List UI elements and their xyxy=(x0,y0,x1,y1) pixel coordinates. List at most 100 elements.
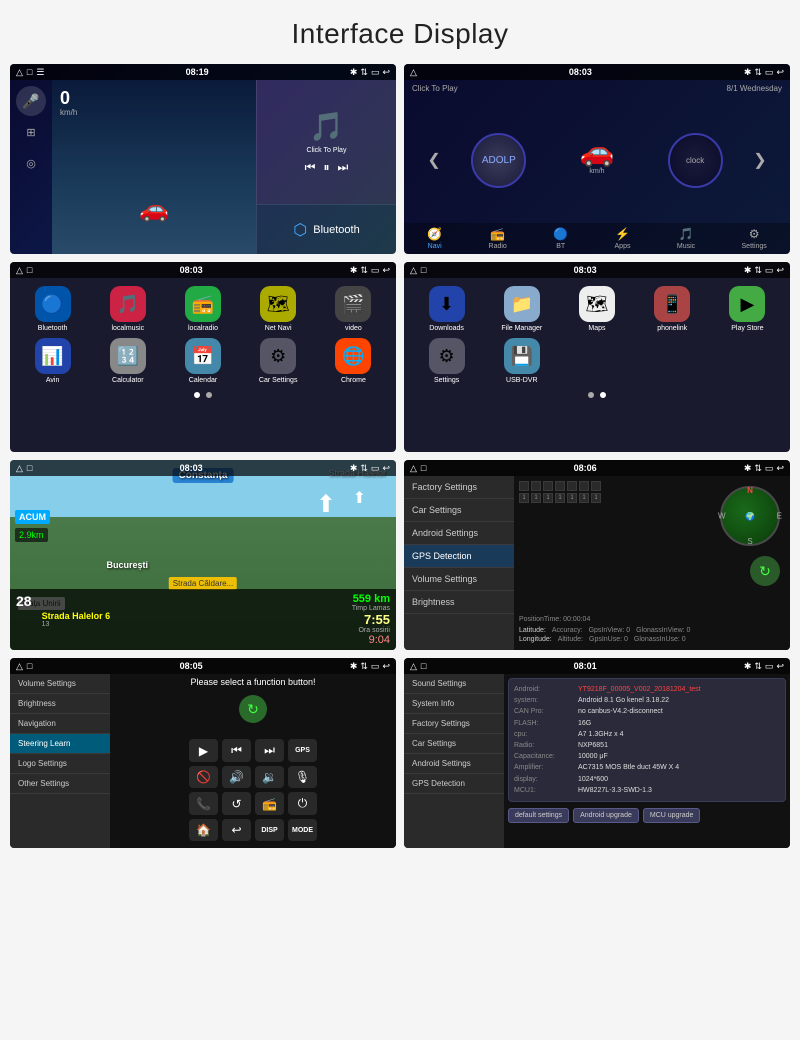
nav-icon[interactable]: ◎ xyxy=(26,157,36,170)
mic-button[interactable]: 🎤 xyxy=(16,86,46,116)
ctrl-next[interactable]: ⏭ xyxy=(255,739,284,762)
android-upgrade-btn[interactable]: Android upgrade xyxy=(573,808,639,823)
ctrl-vol-down[interactable]: 🔉 xyxy=(255,766,284,788)
dot-2[interactable] xyxy=(206,392,212,398)
menu-volume-settings[interactable]: Volume Settings xyxy=(404,568,514,591)
app-avin[interactable]: 📊 Avin xyxy=(18,338,87,384)
app-calculator[interactable]: 🔢 Calculator xyxy=(93,338,162,384)
app-grid-1[interactable]: 🔵 Bluetooth 🎵 localmusic 📻 localradio 🗺 … xyxy=(18,286,388,384)
ctrl-return[interactable]: ↩ xyxy=(222,819,251,841)
system-action-buttons[interactable]: default settings Android upgrade MCU upg… xyxy=(508,808,786,823)
screen-media-player[interactable]: △ 08:03 ✱ ⇅ ▭ ↩ Click To Play 8/1 Wednes… xyxy=(404,64,790,254)
ctrl-mic[interactable]: 🎙 xyxy=(288,766,317,788)
app-grid-2[interactable]: ⬇ Downloads 📁 File Manager 🗺 Maps 📱 phon… xyxy=(412,286,782,384)
ctrl-mode[interactable]: MODE xyxy=(288,819,317,841)
menu8-factory[interactable]: Factory Settings xyxy=(404,714,504,734)
bluetooth-panel[interactable]: ⬡ Bluetooth xyxy=(256,204,396,254)
prev-arrow[interactable]: ❮ xyxy=(427,150,440,170)
ctrl-home[interactable]: 🏠 xyxy=(189,819,218,841)
menu8-gps[interactable]: GPS Detection xyxy=(404,774,504,794)
menu7-brightness[interactable]: Brightness xyxy=(10,694,110,714)
screen-more-apps[interactable]: △ □ 08:03 ✱ ⇅ ▭ ↩ ⬇ Downloads 📁 File Man… xyxy=(404,262,790,452)
menu7-logo[interactable]: Logo Settings xyxy=(10,754,110,774)
nav-music[interactable]: 🎵 Music xyxy=(677,227,695,250)
nav-bar[interactable]: 🧭 Navi 📻 Radio 🔵 BT ⚡ Apps 🎵 Music xyxy=(404,223,790,254)
screen-system-info[interactable]: △ □ 08:01 ✱ ⇅ ▭ ↩ Sound Settings System … xyxy=(404,658,790,848)
grid-icon[interactable]: ⊞ xyxy=(26,126,35,139)
dot-1[interactable] xyxy=(194,392,200,398)
play-button[interactable]: ⏸ xyxy=(323,160,329,175)
menu-factory-settings[interactable]: Factory Settings xyxy=(404,476,514,499)
nav-navi[interactable]: 🧭 Navi xyxy=(427,227,442,250)
next-button[interactable]: ⏭ xyxy=(338,160,349,175)
menu8-sysinfo[interactable]: System Info xyxy=(404,694,504,714)
page-dots-4[interactable] xyxy=(412,392,782,398)
dot-4-1[interactable] xyxy=(588,392,594,398)
app-calendar[interactable]: 📅 Calendar xyxy=(168,338,237,384)
music-controls[interactable]: ⏮ ⏸ ⏭ xyxy=(305,160,349,175)
prev-button[interactable]: ⏮ xyxy=(305,160,316,175)
screen-app-drawer[interactable]: △ □ 08:03 ✱ ⇅ ▭ ↩ 🔵 Bluetooth 🎵 localmus… xyxy=(10,262,396,452)
app-playstore[interactable]: ▶ Play Store xyxy=(713,286,782,332)
ctrl-disp[interactable]: DISP xyxy=(255,819,284,841)
menu7-navigation[interactable]: Navigation xyxy=(10,714,110,734)
ctrl-back[interactable]: ↺ xyxy=(222,792,251,815)
app-netnavi[interactable]: 🗺 Net Navi xyxy=(244,286,313,332)
menu7-volume[interactable]: Volume Settings xyxy=(10,674,110,694)
app-chrome[interactable]: 🌐 Chrome xyxy=(319,338,388,384)
mcu-upgrade-btn[interactable]: MCU upgrade xyxy=(643,808,701,823)
app-maps[interactable]: 🗺 Maps xyxy=(562,286,631,332)
dot-4-2[interactable] xyxy=(600,392,606,398)
page-dots-3[interactable] xyxy=(18,392,388,398)
default-settings-btn[interactable]: default settings xyxy=(508,808,569,823)
menu7-other[interactable]: Other Settings xyxy=(10,774,110,794)
settings-menu-7[interactable]: Volume Settings Brightness Navigation St… xyxy=(10,674,110,848)
refresh-btn-7[interactable]: ↻ xyxy=(239,695,267,723)
menu8-sound[interactable]: Sound Settings xyxy=(404,674,504,694)
screen-gps-map[interactable]: △ □ 08:03 ✱ ⇅ ▭ ↩ Constanța Strada Halel… xyxy=(10,460,396,650)
ctrl-radio[interactable]: 📻 xyxy=(255,792,284,815)
settings2-icon: ⚙ xyxy=(429,338,465,374)
steering-refresh[interactable]: ↻ xyxy=(239,695,267,723)
menu-android-settings[interactable]: Android Settings xyxy=(404,522,514,545)
menu-brightness[interactable]: Brightness xyxy=(404,591,514,614)
ctrl-power[interactable]: ⏻ xyxy=(288,792,317,815)
screen-steering[interactable]: △ □ 08:05 ✱ ⇅ ▭ ↩ Volume Settings Bright… xyxy=(10,658,396,848)
mcu-val: HW8227L-3.3-SWD-1.3 xyxy=(578,785,652,796)
settings-menu-8[interactable]: Sound Settings System Info Factory Setti… xyxy=(404,674,504,848)
nav-settings[interactable]: ⚙ Settings xyxy=(742,227,767,250)
music-panel[interactable]: 🎵 Click To Play ⏮ ⏸ ⏭ xyxy=(256,80,396,204)
app-settings2[interactable]: ⚙ Settings xyxy=(412,338,481,384)
ctrl-play[interactable]: ▶ xyxy=(189,739,218,762)
app-usbdvr[interactable]: 💾 USB-DVR xyxy=(487,338,556,384)
ctrl-gps[interactable]: GPS xyxy=(288,739,317,762)
app-phonelink[interactable]: 📱 phonelink xyxy=(638,286,707,332)
ctrl-phone[interactable]: 📞 xyxy=(189,792,218,815)
next-arrow[interactable]: ❯ xyxy=(753,150,766,170)
system-info-panel: Android: YT9218F_00005_V002_20181204_tes… xyxy=(504,674,790,848)
app-filemanager[interactable]: 📁 File Manager xyxy=(487,286,556,332)
menu7-steering[interactable]: Steering Learn xyxy=(10,734,110,754)
steering-controls-grid[interactable]: ▶ ⏮ ⏭ GPS 🚫 🔊 🔉 🎙 📞 ↺ 📻 ⏻ 🏠 ↩ DISP MODE xyxy=(185,735,321,845)
app-video[interactable]: 🎬 video xyxy=(319,286,388,332)
app-downloads[interactable]: ⬇ Downloads xyxy=(412,286,481,332)
nav-bt[interactable]: 🔵 BT xyxy=(553,227,568,250)
menu-car-settings[interactable]: Car Settings xyxy=(404,499,514,522)
nav-radio[interactable]: 📻 Radio xyxy=(489,227,507,250)
refresh-button[interactable]: ↻ xyxy=(750,556,780,586)
screen-gps-settings[interactable]: △ □ 08:06 ✱ ⇅ ▭ ↩ Factory Settings Car S… xyxy=(404,460,790,650)
app-bluetooth[interactable]: 🔵 Bluetooth xyxy=(18,286,87,332)
ctrl-prev[interactable]: ⏮ xyxy=(222,739,251,762)
nav-apps[interactable]: ⚡ Apps xyxy=(615,227,631,250)
app-localradio[interactable]: 📻 localradio xyxy=(168,286,237,332)
radio-icon: 📻 xyxy=(490,227,505,241)
settings-menu-6[interactable]: Factory Settings Car Settings Android Se… xyxy=(404,476,514,650)
menu8-car[interactable]: Car Settings xyxy=(404,734,504,754)
app-localmusic[interactable]: 🎵 localmusic xyxy=(93,286,162,332)
ctrl-mute[interactable]: 🚫 xyxy=(189,766,218,788)
app-carsettings[interactable]: ⚙ Car Settings xyxy=(244,338,313,384)
screen-music-bluetooth[interactable]: △ □ ☰ 08:19 ✱ ⇅ ▭ ↩ 🎤 ⊞ ◎ 0 km/h 🚗 xyxy=(10,64,396,254)
ctrl-vol-up[interactable]: 🔊 xyxy=(222,766,251,788)
menu8-android[interactable]: Android Settings xyxy=(404,754,504,774)
menu-gps-detection[interactable]: GPS Detection xyxy=(404,545,514,568)
